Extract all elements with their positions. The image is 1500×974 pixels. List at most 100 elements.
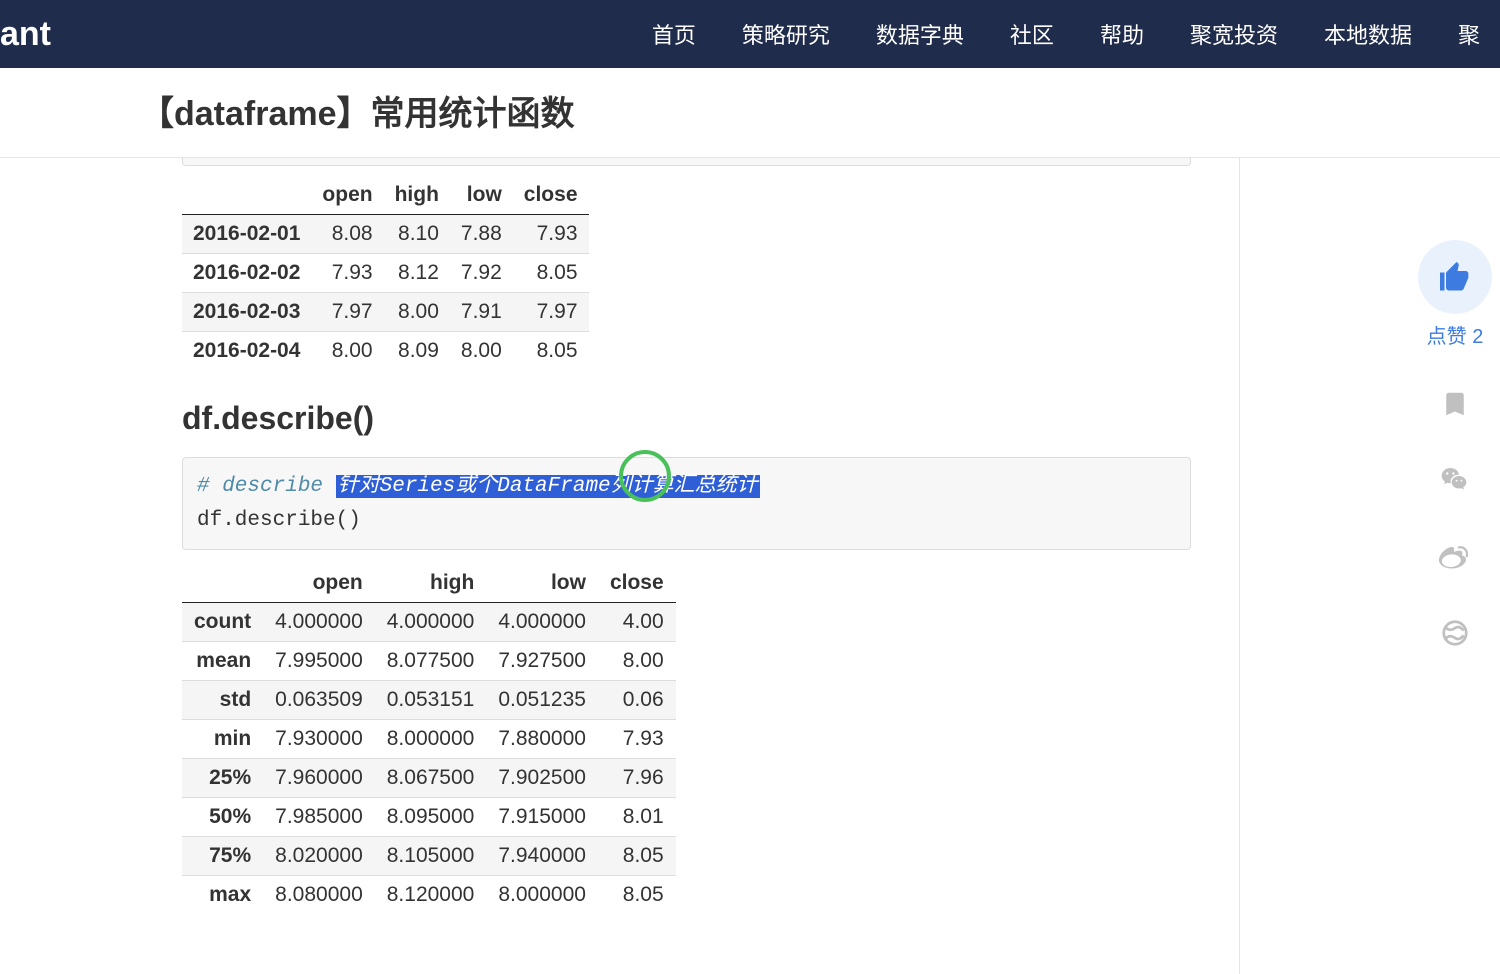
- cell: 7.88: [450, 215, 513, 254]
- wechat-button[interactable]: [1439, 464, 1471, 501]
- section-heading: df.describe(): [182, 400, 1191, 437]
- col-header: [182, 176, 311, 215]
- nav-localdata[interactable]: 本地数据: [1324, 18, 1412, 50]
- code-line: df.describe(): [197, 509, 361, 532]
- cell: 4.000000: [263, 603, 375, 642]
- cell: 8.020000: [263, 837, 375, 876]
- cell: 7.940000: [486, 837, 598, 876]
- cell: 8.05: [598, 876, 676, 915]
- row-index: min: [182, 720, 263, 759]
- nav-help[interactable]: 帮助: [1100, 18, 1144, 50]
- cell: 8.105000: [375, 837, 487, 876]
- cell: 0.051235: [486, 681, 598, 720]
- weibo-button[interactable]: [1439, 541, 1471, 578]
- code-highlighted-text: 针对Series或个DataFrame列计算汇总统计: [336, 475, 760, 498]
- code-block-describe: # describe 针对Series或个DataFrame列计算汇总统计 df…: [182, 457, 1191, 550]
- row-index: 25%: [182, 759, 263, 798]
- like-button[interactable]: [1418, 240, 1492, 314]
- table-row: 2016-02-027.938.127.928.05: [182, 254, 589, 293]
- cell: 8.000000: [486, 876, 598, 915]
- cell: 7.93: [598, 720, 676, 759]
- row-index: 50%: [182, 798, 263, 837]
- row-index: 2016-02-04: [182, 332, 311, 371]
- table-row: std0.0635090.0531510.0512350.06: [182, 681, 676, 720]
- row-index: mean: [182, 642, 263, 681]
- table-row: 50%7.9850008.0950007.9150008.01: [182, 798, 676, 837]
- cell: 7.927500: [486, 642, 598, 681]
- cell: 8.067500: [375, 759, 487, 798]
- like-label: 点赞 2: [1427, 320, 1484, 349]
- table-row: mean7.9950008.0775007.9275008.00: [182, 642, 676, 681]
- nav-invest[interactable]: 聚宽投资: [1190, 18, 1278, 50]
- cell: 7.92: [450, 254, 513, 293]
- cell: 7.97: [311, 293, 383, 332]
- row-index: 2016-02-03: [182, 293, 311, 332]
- cell: 4.000000: [486, 603, 598, 642]
- cell: 7.960000: [263, 759, 375, 798]
- navbar: ant 首页 策略研究 数据字典 社区 帮助 聚宽投资 本地数据 聚: [0, 0, 1500, 68]
- table-row: 2016-02-018.088.107.887.93: [182, 215, 589, 254]
- cell: 8.00: [384, 293, 450, 332]
- cell: 8.05: [513, 254, 589, 293]
- cell: 0.063509: [263, 681, 375, 720]
- page-title: 【dataframe】常用统计函数: [140, 86, 1500, 135]
- cell: 8.00: [450, 332, 513, 371]
- cell: 0.06: [598, 681, 676, 720]
- nav-links: 首页 策略研究 数据字典 社区 帮助 聚宽投资 本地数据 聚: [652, 18, 1480, 50]
- bookmark-button[interactable]: [1440, 389, 1470, 424]
- col-header: open: [263, 564, 375, 603]
- cell: 8.12: [384, 254, 450, 293]
- nav-dict[interactable]: 数据字典: [876, 18, 964, 50]
- table-row: max8.0800008.1200008.0000008.05: [182, 876, 676, 915]
- cell: 4.000000: [375, 603, 487, 642]
- cell: 8.08: [311, 215, 383, 254]
- cell: 8.000000: [375, 720, 487, 759]
- col-header: high: [375, 564, 487, 603]
- cell: 7.91: [450, 293, 513, 332]
- nav-home[interactable]: 首页: [652, 18, 696, 50]
- col-header: [182, 564, 263, 603]
- weibo-icon: [1439, 541, 1471, 573]
- row-index: 2016-02-01: [182, 215, 311, 254]
- title-bar: 【dataframe】常用统计函数: [0, 68, 1500, 158]
- nav-more[interactable]: 聚: [1458, 18, 1480, 50]
- nav-community[interactable]: 社区: [1010, 18, 1054, 50]
- row-index: std: [182, 681, 263, 720]
- brand-logo[interactable]: ant: [0, 15, 51, 54]
- table-row: count4.0000004.0000004.0000004.00: [182, 603, 676, 642]
- cell: 7.902500: [486, 759, 598, 798]
- cell: 7.96: [598, 759, 676, 798]
- table-row: 75%8.0200008.1050007.9400008.05: [182, 837, 676, 876]
- row-index: max: [182, 876, 263, 915]
- cell: 8.095000: [375, 798, 487, 837]
- nav-research[interactable]: 策略研究: [742, 18, 830, 50]
- globe-icon: [1440, 618, 1470, 648]
- wechat-icon: [1439, 464, 1471, 496]
- cell: 0.053151: [375, 681, 487, 720]
- cell: 8.080000: [263, 876, 375, 915]
- cell: 7.93: [513, 215, 589, 254]
- cell: 8.077500: [375, 642, 487, 681]
- cell: 7.985000: [263, 798, 375, 837]
- code-comment: # describe 针对Series或个DataFrame列计算汇总统计: [197, 475, 760, 498]
- article-body: openhighlowclose 2016-02-018.088.107.887…: [140, 158, 1240, 974]
- col-header: low: [450, 176, 513, 215]
- share-button[interactable]: [1440, 618, 1470, 653]
- action-sidebar: 点赞 2: [1410, 240, 1500, 653]
- cell: 7.97: [513, 293, 589, 332]
- row-index: 75%: [182, 837, 263, 876]
- cell: 7.93: [311, 254, 383, 293]
- col-header: low: [486, 564, 598, 603]
- col-header: close: [598, 564, 676, 603]
- describe-table: openhighlowclose count4.0000004.0000004.…: [182, 564, 676, 914]
- col-header: close: [513, 176, 589, 215]
- table-row: 2016-02-048.008.098.008.05: [182, 332, 589, 371]
- code-block-truncated: [182, 158, 1191, 166]
- table-row: 2016-02-037.978.007.917.97: [182, 293, 589, 332]
- table-row: 25%7.9600008.0675007.9025007.96: [182, 759, 676, 798]
- table-row: min7.9300008.0000007.8800007.93: [182, 720, 676, 759]
- cell: 8.10: [384, 215, 450, 254]
- cell: 4.00: [598, 603, 676, 642]
- cell: 7.995000: [263, 642, 375, 681]
- cell: 8.01: [598, 798, 676, 837]
